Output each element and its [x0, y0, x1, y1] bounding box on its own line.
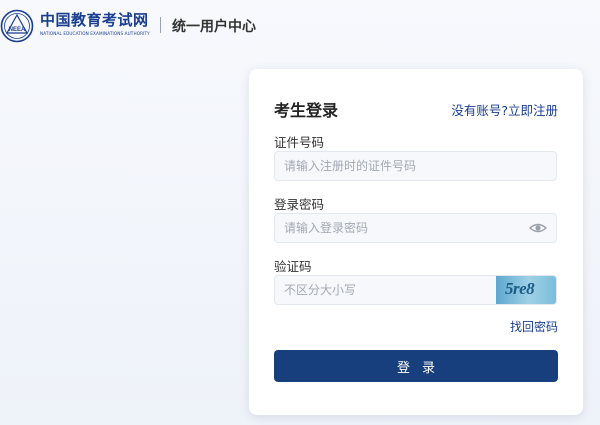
captcha-field: 5re8 [274, 275, 557, 305]
neea-logo-icon: NEEA [0, 9, 34, 43]
id-number-field [274, 151, 557, 181]
captcha-input[interactable] [275, 276, 493, 304]
login-card: 考生登录 没有账号?立即注册 证件号码 登录密码 验证码 5re8 找回密码 登… [249, 69, 583, 415]
header: NEEA 中国教育考试网 NATIONAL EDUCATION EXAMINAT… [0, 0, 600, 50]
captcha-code: 5re8 [505, 279, 535, 298]
id-number-input[interactable] [275, 152, 533, 180]
captcha-label: 验证码 [274, 259, 312, 274]
eye-icon[interactable] [529, 222, 547, 234]
brand: 中国教育考试网 NATIONAL EDUCATION EXAMINATIONS … [40, 11, 150, 37]
brand-name: 中国教育考试网 [40, 11, 149, 29]
id-number-label: 证件号码 [274, 135, 325, 150]
login-title: 考生登录 [274, 101, 339, 120]
brand-subtitle: NATIONAL EDUCATION EXAMINATIONS AUTHORIT… [40, 31, 150, 36]
password-input[interactable] [275, 214, 533, 242]
password-label: 登录密码 [274, 197, 325, 212]
logo-abbr: NEEA [9, 27, 26, 33]
captcha-image[interactable]: 5re8 [496, 276, 556, 304]
forgot-password-link[interactable]: 找回密码 [510, 318, 558, 335]
register-link[interactable]: 没有账号?立即注册 [451, 100, 558, 119]
password-field [274, 213, 557, 243]
page-title: 统一用户中心 [172, 19, 256, 35]
login-button[interactable]: 登录 [274, 350, 558, 382]
header-divider [160, 17, 161, 33]
